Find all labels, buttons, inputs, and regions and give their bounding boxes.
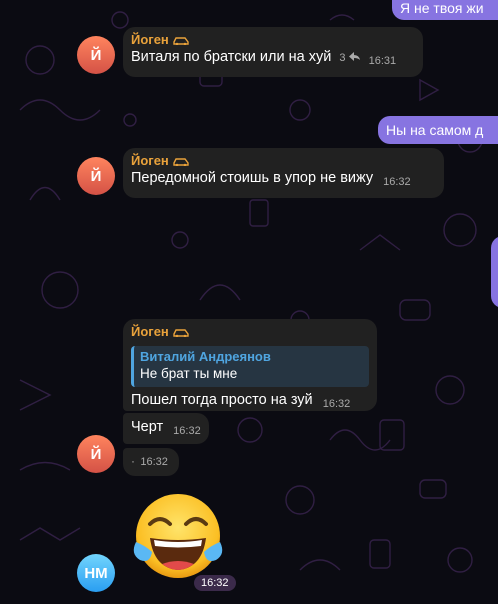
tears-of-joy-emoji: [133, 494, 223, 578]
outgoing-message-top[interactable]: Я не твоя жи: [392, 0, 498, 20]
message-bubble[interactable]: Йоген Виталий Андреянов Не брат ты мне П…: [123, 319, 377, 411]
sender-name-text: Йоген: [131, 153, 169, 168]
car-icon: [173, 329, 189, 337]
message-bubble[interactable]: Черт 16:32: [123, 413, 209, 444]
outgoing-message-side[interactable]: [491, 236, 498, 308]
message-text: Виталя по братски или на хуй 3 16:31: [131, 48, 415, 71]
message-text-content: Пошел тогда просто на зуй: [131, 392, 313, 408]
message-time: 16:32: [383, 176, 411, 188]
message-text-content: Передомной стоишь в упор не вижу: [131, 170, 374, 186]
sender-name[interactable]: Йоген: [131, 153, 436, 169]
message-text-content: Виталя по братски или на хуй: [131, 49, 332, 65]
sender-name-text: Йоген: [131, 32, 169, 47]
sender-name-text: Йоген: [131, 324, 169, 339]
message-text-content: Черт: [131, 419, 164, 435]
message-bubble[interactable]: Йоген Виталя по братски или на хуй 3 16:…: [123, 27, 423, 77]
message-text: · 16:32: [131, 454, 171, 469]
sticker[interactable]: [128, 490, 228, 582]
message-time: 16:32: [173, 425, 201, 437]
message-bubble[interactable]: Йоген Передомной стоишь в упор не вижу 1…: [123, 148, 444, 198]
avatar-initial: Й: [90, 445, 102, 463]
sender-name[interactable]: Йоген: [131, 324, 369, 340]
message-text: Передомной стоишь в упор не вижу 16:32: [131, 169, 436, 192]
message-time: 16:32: [140, 456, 168, 468]
message-text-content: ·: [131, 454, 135, 468]
reply-arrow-icon[interactable]: [348, 52, 360, 61]
reply-author: Виталий Андреянов: [140, 349, 271, 364]
message-time: 16:32: [322, 398, 351, 410]
chat-wallpaper: [19, 11, 483, 573]
reply-quote[interactable]: Виталий Андреянов Не брат ты мне: [131, 346, 369, 387]
avatar-initial: Й: [90, 167, 102, 185]
avatar-initial: НМ: [84, 564, 108, 582]
reply-count[interactable]: 3: [339, 52, 345, 64]
reply-text: Не брат ты мне: [140, 366, 238, 381]
car-icon: [173, 158, 189, 166]
avatar[interactable]: НМ: [77, 554, 115, 592]
message-time: 16:31: [368, 55, 397, 67]
car-icon: [173, 37, 189, 45]
avatar[interactable]: Й: [77, 36, 115, 74]
avatar-initial: Й: [90, 46, 102, 64]
avatar[interactable]: Й: [77, 157, 115, 195]
message-text: Черт 16:32: [131, 418, 201, 441]
sender-name[interactable]: Йоген: [131, 32, 415, 48]
outgoing-message-text: Я не твоя жи: [400, 0, 484, 16]
outgoing-message-mid[interactable]: Ны на самом д: [378, 116, 498, 144]
avatar[interactable]: Й: [77, 435, 115, 473]
message-text: Пошел тогда просто на зуй 16:32: [131, 391, 369, 414]
message-bubble[interactable]: · 16:32: [123, 448, 179, 476]
sticker-time: 16:32: [194, 575, 236, 591]
outgoing-message-text: Ны на самом д: [386, 122, 484, 138]
